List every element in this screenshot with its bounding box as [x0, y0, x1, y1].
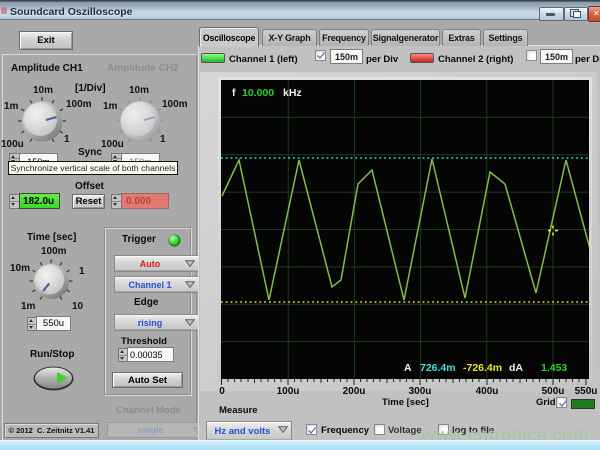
svg-text:f: f [232, 87, 236, 99]
svg-text:726.4m: 726.4m [420, 362, 456, 374]
svg-text:dA: dA [509, 362, 523, 374]
svg-text:1.453: 1.453 [541, 362, 567, 374]
svg-text:A: A [404, 362, 412, 374]
svg-text:-726.4m: -726.4m [463, 362, 502, 374]
svg-text:kHz: kHz [283, 87, 302, 99]
svg-text:10.000: 10.000 [242, 87, 274, 99]
